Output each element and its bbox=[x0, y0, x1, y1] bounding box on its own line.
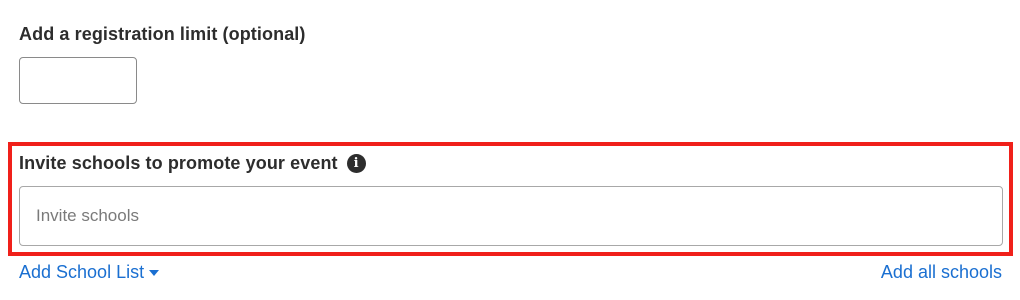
caret-down-icon bbox=[149, 269, 160, 276]
registration-limit-label: Add a registration limit (optional) bbox=[19, 24, 306, 44]
info-icon[interactable]: i bbox=[346, 153, 366, 173]
registration-limit-input[interactable] bbox=[19, 57, 137, 104]
invite-schools-input[interactable] bbox=[19, 186, 1003, 246]
add-school-list-dropdown[interactable]: Add School List bbox=[19, 262, 160, 283]
invite-label-row: Invite schools to promote your event i bbox=[19, 151, 366, 175]
add-school-list-label: Add School List bbox=[19, 262, 145, 282]
invite-schools-label: Invite schools to promote your event bbox=[19, 152, 338, 173]
add-all-schools-link[interactable]: Add all schools bbox=[881, 262, 1002, 283]
event-form: Add a registration limit (optional) Invi… bbox=[0, 0, 1020, 300]
